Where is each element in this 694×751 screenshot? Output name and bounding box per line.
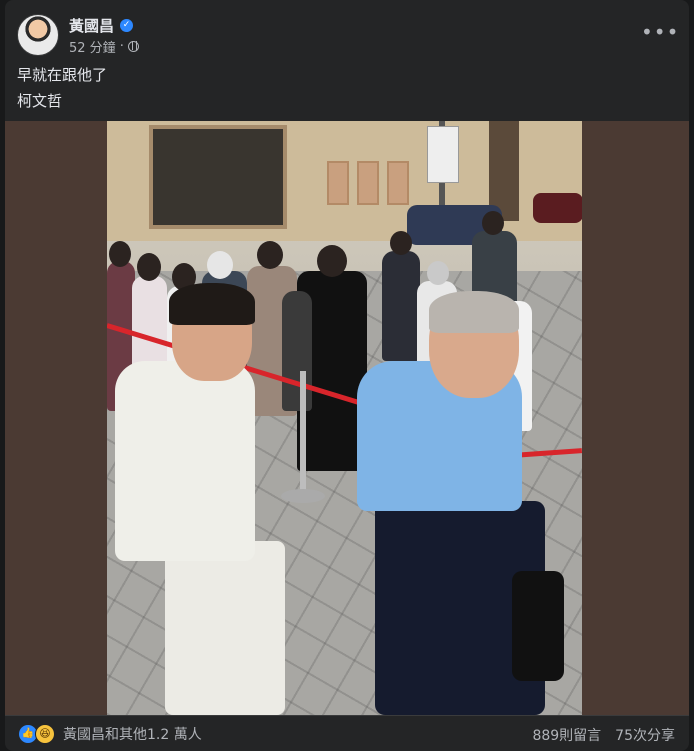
man-right-hair [429,291,519,333]
post-stats: 889則留言 75次分享 [532,725,675,745]
black-bag [512,571,564,681]
author-name[interactable]: 黃國昌 [69,15,114,36]
comments-count[interactable]: 889則留言 [532,725,601,745]
man-left-body [115,361,255,561]
post-card: 黃國昌 ✓ 52 分鐘 · ••• 早就在跟他了 柯文哲 👍 😆 黃國昌和其他1… [5,0,689,751]
more-options-icon: ••• [641,20,680,44]
reactions-text[interactable]: 黃國昌和其他1.2 萬人 [63,724,202,744]
man-left-legs [165,541,285,715]
meta-separator: · [119,39,124,54]
more-options-button[interactable]: ••• [641,16,680,52]
post-photo[interactable] [107,121,582,715]
haha-reaction-icon: 😆 [35,724,55,744]
post-time[interactable]: 52 分鐘 [69,37,116,56]
man-left-hair [169,283,255,325]
author-row: 黃國昌 ✓ [69,15,134,36]
post-text-line: 早就在跟他了 [17,66,108,84]
post-media[interactable] [5,121,689,715]
post-meta: 52 分鐘 · [69,37,139,56]
reactions-summary[interactable]: 👍 😆 黃國昌和其他1.2 萬人 [19,724,202,744]
post-footer: 👍 😆 黃國昌和其他1.2 萬人 889則留言 75次分享 [5,715,689,751]
author-avatar[interactable] [17,14,59,56]
globe-icon[interactable] [127,41,139,52]
verified-badge-icon: ✓ [120,19,134,32]
post-text-line: 柯文哲 [17,92,63,110]
post-header: 黃國昌 ✓ 52 分鐘 · ••• [17,12,680,56]
post-text: 早就在跟他了 柯文哲 [17,62,107,114]
shares-count[interactable]: 75次分享 [615,725,675,745]
